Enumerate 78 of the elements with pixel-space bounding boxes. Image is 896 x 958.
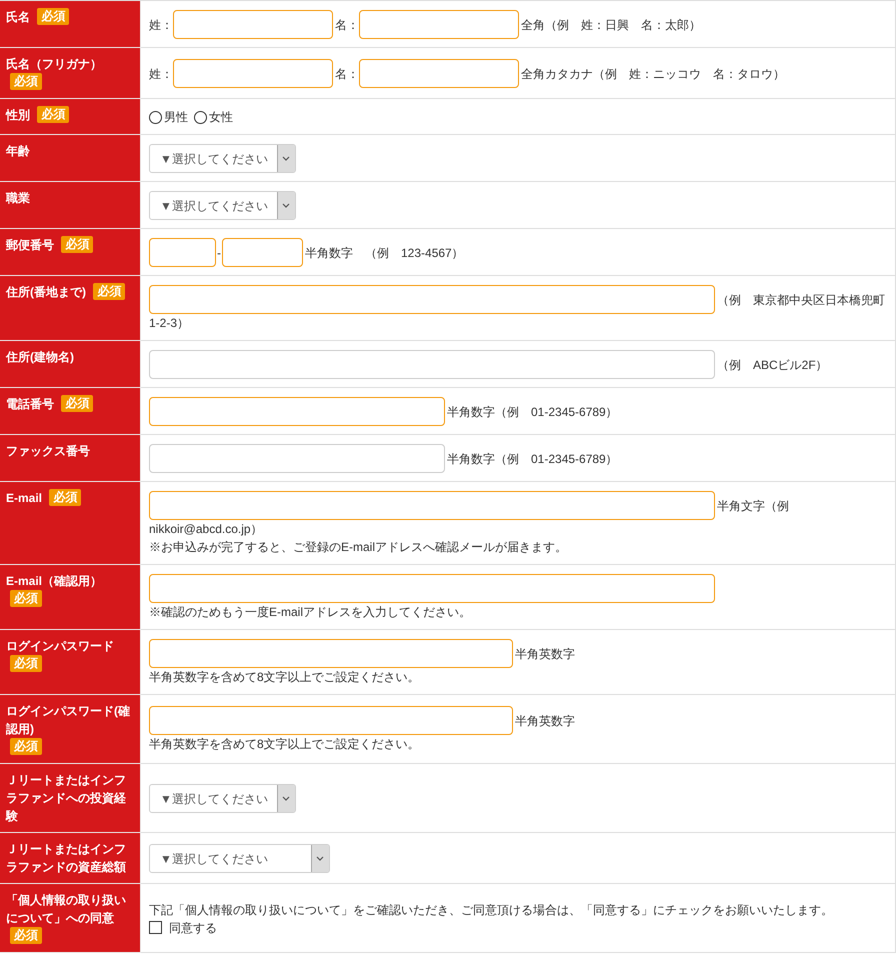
select-dropdown[interactable]: ▼選択してください [149, 784, 296, 813]
text-input[interactable] [222, 238, 303, 267]
example-hint: 全角カタカナ（例 姓：ニッコウ 名：タロウ） [521, 66, 785, 82]
text-input[interactable] [149, 706, 513, 735]
required-badge: 必須 [10, 738, 42, 755]
text-input[interactable] [149, 574, 715, 603]
text-input[interactable] [149, 238, 216, 267]
example-hint: 1-2-3） [149, 315, 190, 332]
field-caption: 姓： [149, 66, 173, 82]
text-input[interactable] [149, 350, 715, 379]
required-badge: 必須 [61, 395, 94, 412]
field-label: 性別 [6, 107, 30, 124]
field-label: 住所(番地まで) [6, 284, 86, 301]
select-dropdown[interactable]: ▼選択してください [149, 844, 330, 873]
text-input[interactable] [359, 10, 519, 39]
field-label: 職業 [6, 190, 30, 207]
field-label: ファックス番号 [6, 443, 90, 460]
text-input[interactable] [173, 10, 333, 39]
required-badge: 必須 [37, 106, 70, 123]
note-text: 半角英数字を含めて8文字以上でご設定ください。 [149, 736, 420, 753]
chevron-down-icon [277, 785, 295, 812]
chevron-down-icon [277, 145, 295, 172]
field-label: 氏名（フリガナ） [6, 56, 102, 73]
example-hint: 全角（例 姓：日興 名：太郎） [521, 16, 701, 34]
required-badge: 必須 [37, 8, 70, 25]
text-input[interactable] [149, 285, 715, 314]
radio-label: 女性 [209, 109, 233, 126]
note-text: ※お申込みが完了すると、ご登録のE-mailアドレスへ確認メールが届きます。 [149, 539, 568, 556]
example-hint: nikkoir@abcd.co.jp） [149, 521, 263, 538]
required-badge: 必須 [93, 283, 126, 300]
field-caption: 姓： [149, 16, 173, 34]
field-label: 「個人情報の取り扱いについて」への同意 [6, 892, 127, 927]
field-label: 年齢 [6, 143, 30, 160]
checkbox-label: 同意する [169, 920, 217, 936]
field-label: Ｊリートまたはインフラファンドの資産総額 [6, 841, 127, 876]
field-label: 住所(建物名) [6, 349, 74, 366]
field-label: ログインパスワード [6, 638, 114, 655]
example-hint: 半角数字（例 01-2345-6789） [447, 404, 618, 420]
required-badge: 必須 [61, 236, 94, 253]
select-dropdown[interactable]: ▼選択してください [149, 191, 296, 220]
radio-label: 男性 [164, 109, 188, 126]
hyphen-text: - [216, 244, 222, 262]
field-label: 郵便番号 [6, 237, 54, 254]
chevron-down-icon [311, 845, 329, 872]
text-input[interactable] [149, 397, 445, 426]
field-label: ログインパスワード(確認用) [6, 703, 131, 738]
text-input[interactable] [149, 444, 445, 473]
field-caption: 名： [335, 66, 359, 82]
text-input[interactable] [359, 59, 519, 88]
required-badge: 必須 [10, 655, 42, 672]
checkbox[interactable] [149, 921, 162, 934]
radio-button[interactable] [194, 110, 207, 124]
required-badge: 必須 [10, 927, 42, 944]
required-badge: 必須 [10, 73, 42, 90]
example-hint: 半角文字（例 [717, 498, 789, 514]
text-input[interactable] [149, 639, 513, 668]
chevron-down-icon [277, 192, 295, 219]
example-hint: 半角数字（例 01-2345-6789） [447, 450, 618, 468]
example-hint: 半角英数字 [515, 712, 575, 730]
field-label: 電話番号 [6, 396, 54, 413]
example-hint: （例 ABCビル2F） [717, 356, 828, 374]
text-input[interactable] [173, 59, 333, 88]
field-label: 氏名 [6, 9, 30, 26]
field-label: E-mail [6, 490, 42, 507]
required-badge: 必須 [10, 590, 42, 607]
example-hint: 半角英数字 [515, 646, 575, 662]
select-dropdown[interactable]: ▼選択してください [149, 144, 296, 173]
radio-button[interactable] [149, 110, 162, 124]
required-badge: 必須 [49, 489, 82, 506]
text-input[interactable] [149, 491, 715, 520]
field-label: Ｊリートまたはインフラファンドへの投資経験 [6, 772, 127, 825]
field-caption: 名： [335, 16, 359, 34]
note-text: 下記「個人情報の取り扱いについて」をご確認いただき、ご同意頂ける場合は、「同意する」にチェックをお願いいたします。 [149, 902, 833, 918]
example-hint: （例 東京都中央区日本橋兜町 [717, 292, 885, 308]
note-text: 半角英数字を含めて8文字以上でご設定ください。 [149, 669, 420, 686]
note-text: ※確認のためもう一度E-mailアドレスを入力してください。 [149, 604, 472, 621]
field-label: E-mail（確認用） [6, 573, 102, 590]
example-hint: 半角数字 （例 123-4567） [305, 244, 464, 262]
